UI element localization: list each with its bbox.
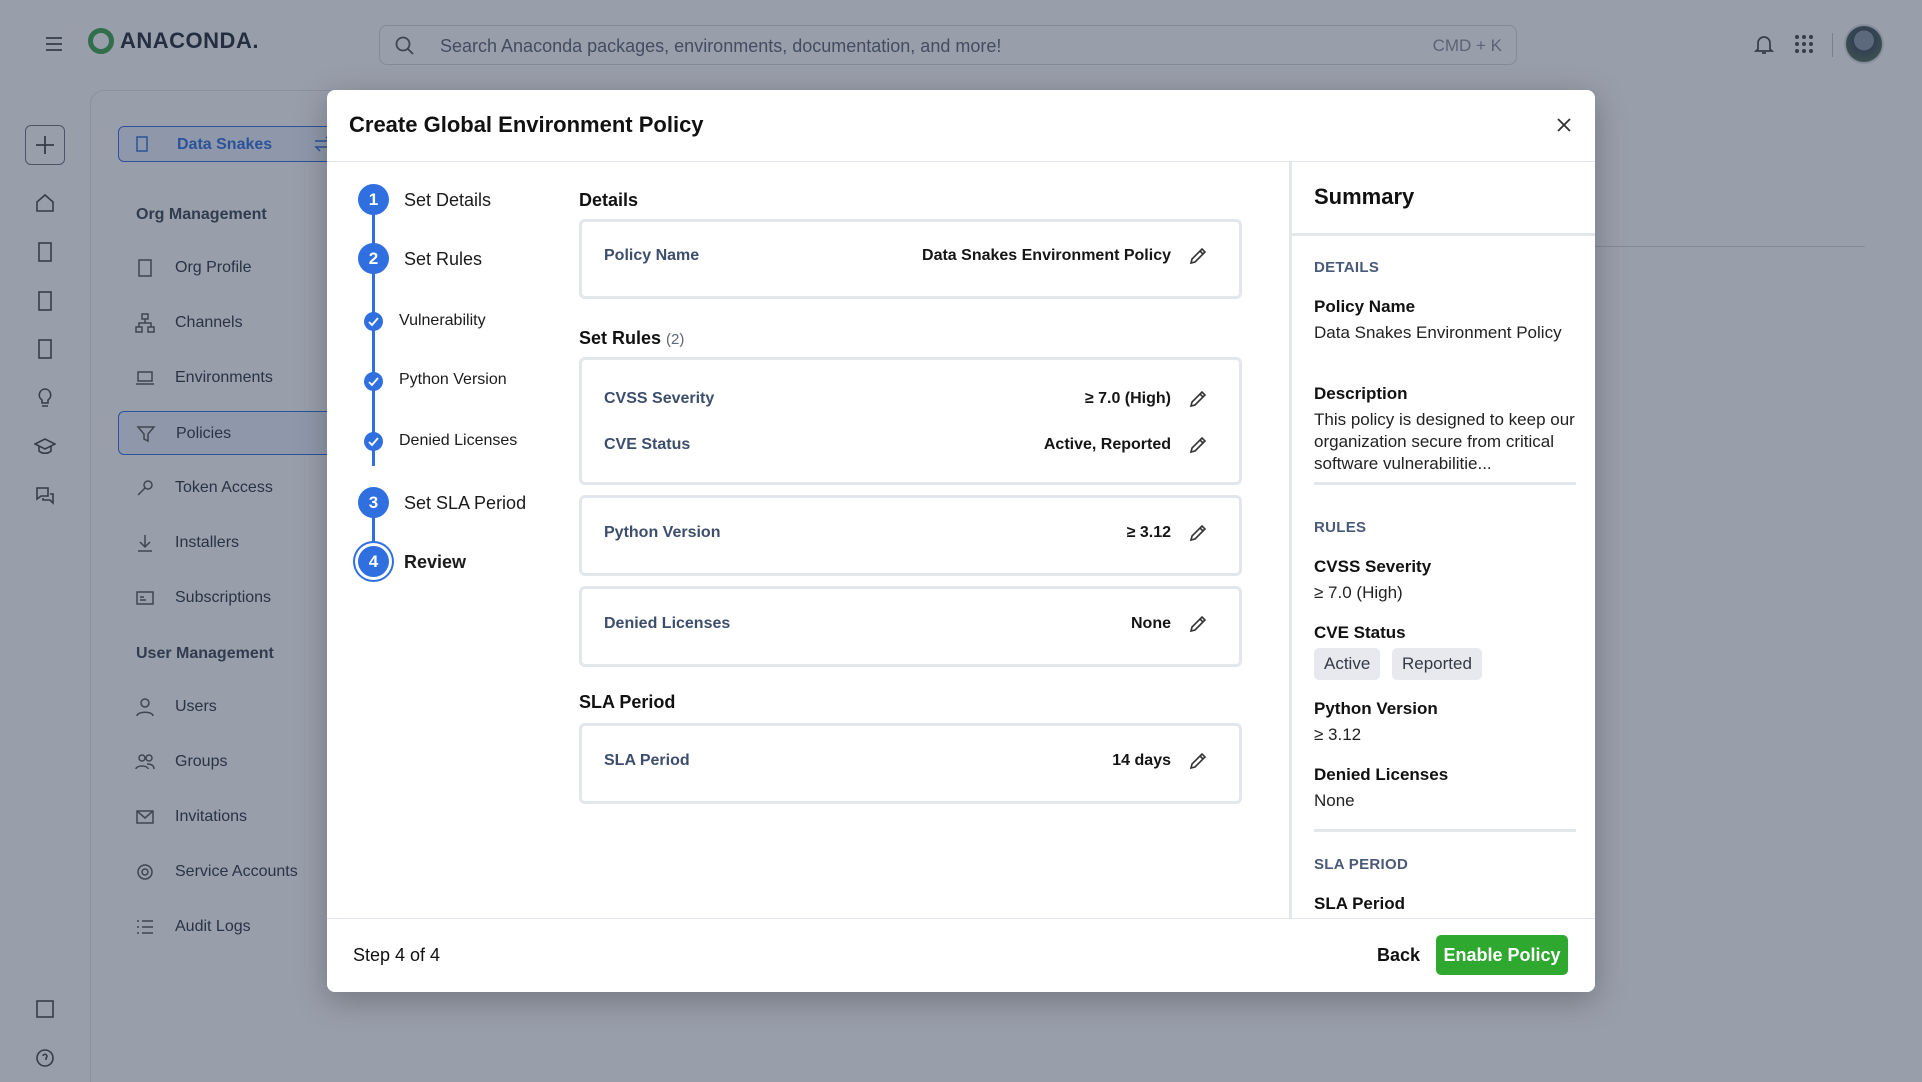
sla-card: SLA Period 14 days	[579, 723, 1242, 804]
rules-heading: Set Rules (2)	[579, 328, 684, 349]
cve-status-label: CVE Status	[604, 436, 691, 453]
summary-description-key: Description	[1314, 384, 1408, 403]
summary-licenses-value: None	[1314, 791, 1355, 810]
close-icon[interactable]	[1551, 112, 1577, 138]
cve-chip-reported: Reported	[1392, 648, 1482, 680]
summary-description-value: This policy is designed to keep our orga…	[1314, 410, 1575, 473]
check-icon	[364, 432, 383, 451]
python-version-card: Python Version ≥ 3.12	[579, 495, 1242, 576]
back-button[interactable]: Back	[1367, 935, 1430, 975]
substep-denied-licenses[interactable]: Denied Licenses	[399, 432, 517, 450]
edit-pencil-icon[interactable]	[1187, 522, 1209, 544]
summary-details-heading: DETAILS	[1314, 259, 1380, 276]
summary-cvss-value: ≥ 7.0 (High)	[1314, 583, 1403, 602]
denied-licenses-card: Denied Licenses None	[579, 586, 1242, 667]
python-version-value: ≥ 3.12	[1126, 524, 1171, 541]
summary-licenses-key: Denied Licenses	[1314, 765, 1449, 784]
check-icon	[364, 372, 383, 391]
summary-header: Summary	[1292, 162, 1595, 236]
summary-cve-key: CVE Status	[1314, 623, 1406, 642]
summary-python-key: Python Version	[1314, 699, 1438, 718]
step-1-circle[interactable]: 1	[358, 184, 389, 215]
create-policy-dialog: Create Global Environment Policy 1 Set D…	[327, 90, 1595, 992]
vulnerability-card: CVSS Severity ≥ 7.0 (High) CVE Status Ac…	[579, 357, 1242, 485]
sla-period-label: SLA Period	[604, 752, 690, 769]
edit-pencil-icon[interactable]	[1187, 388, 1209, 410]
summary-sla-heading: SLA PERIOD	[1314, 856, 1409, 873]
step-2-label[interactable]: Set Rules	[404, 249, 482, 270]
rules-heading-text: Set Rules	[579, 328, 662, 348]
policy-name-value: Data Snakes Environment Policy	[922, 247, 1171, 264]
wizard-stepper: 1 Set Details 2 Set Rules Vulnerability …	[327, 162, 557, 918]
step-1-label[interactable]: Set Details	[404, 190, 491, 211]
cvss-value: ≥ 7.0 (High)	[1084, 390, 1171, 407]
dialog-footer: Step 4 of 4 Back Enable Policy	[327, 918, 1595, 992]
stepper-line	[372, 200, 375, 466]
denied-licenses-label: Denied Licenses	[604, 615, 731, 632]
check-icon	[364, 312, 383, 331]
summary-title: Summary	[1314, 184, 1415, 209]
summary-sla-key: SLA Period	[1314, 894, 1405, 913]
sla-period-value: 14 days	[1112, 752, 1171, 769]
details-heading: Details	[579, 190, 639, 210]
edit-pencil-icon[interactable]	[1187, 434, 1209, 456]
summary-panel: Summary DETAILS Policy Name Data Snakes …	[1289, 162, 1595, 918]
summary-divider	[1314, 482, 1576, 485]
python-version-label: Python Version	[604, 524, 721, 541]
cve-status-value: Active, Reported	[1043, 436, 1171, 453]
edit-pencil-icon[interactable]	[1187, 750, 1209, 772]
denied-licenses-value: None	[1131, 615, 1171, 632]
substep-python-version[interactable]: Python Version	[399, 371, 507, 389]
step-3-circle[interactable]: 3	[358, 487, 389, 518]
step-indicator: Step 4 of 4	[353, 945, 441, 965]
summary-divider	[1314, 829, 1576, 832]
summary-cvss-key: CVSS Severity	[1314, 557, 1432, 576]
enable-policy-button[interactable]: Enable Policy	[1436, 935, 1568, 975]
rules-count: (2)	[666, 331, 685, 348]
step-4-label[interactable]: Review	[404, 552, 466, 573]
dialog-header: Create Global Environment Policy	[327, 90, 1595, 162]
edit-pencil-icon[interactable]	[1187, 245, 1209, 267]
step-4-circle[interactable]: 4	[358, 546, 389, 577]
details-card: Policy Name Data Snakes Environment Poli…	[579, 219, 1242, 299]
dialog-title: Create Global Environment Policy	[349, 112, 704, 137]
substep-vulnerability[interactable]: Vulnerability	[399, 312, 486, 330]
sla-heading: SLA Period	[579, 692, 676, 712]
summary-python-value: ≥ 3.12	[1314, 725, 1362, 744]
step-2-circle[interactable]: 2	[358, 243, 389, 274]
edit-pencil-icon[interactable]	[1187, 613, 1209, 635]
policy-name-label: Policy Name	[604, 247, 700, 264]
step-3-label[interactable]: Set SLA Period	[404, 493, 526, 514]
cvss-label: CVSS Severity	[604, 390, 715, 407]
summary-policy-name-value: Data Snakes Environment Policy	[1314, 323, 1562, 342]
summary-rules-heading: RULES	[1314, 519, 1367, 536]
cve-chip-active: Active	[1314, 648, 1381, 680]
summary-policy-name-key: Policy Name	[1314, 297, 1416, 316]
